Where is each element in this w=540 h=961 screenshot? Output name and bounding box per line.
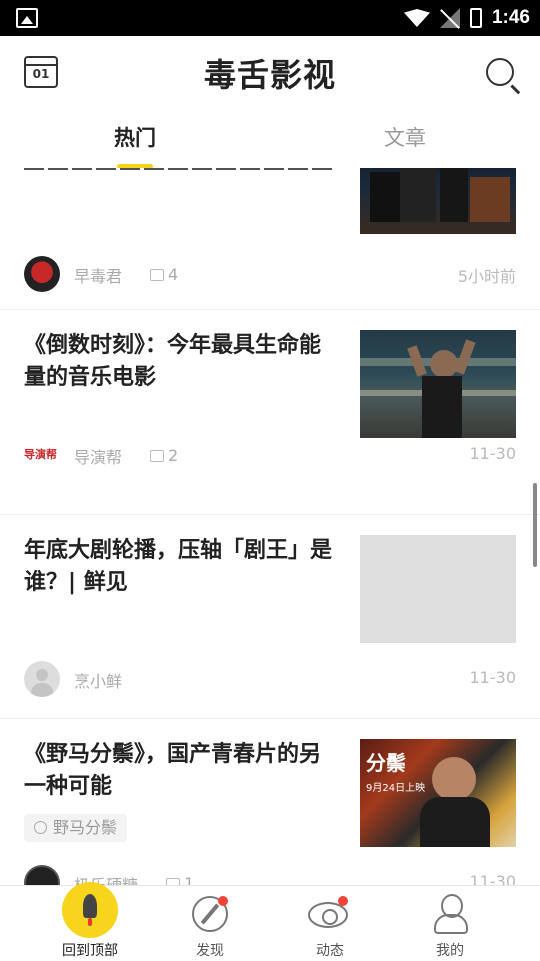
tab-hot[interactable]: 热门 (75, 122, 195, 152)
app-logo: 毒舌影视 (203, 56, 336, 94)
user-icon (434, 894, 468, 934)
article-title[interactable]: 《野马分鬃》，国产青春片的另一种可能 (24, 739, 334, 803)
nav-label: 动态 (316, 943, 344, 959)
article-meta: 极乐硬糖 1 11-30 (24, 865, 516, 885)
status-bar: 1:46 (0, 0, 540, 36)
nav-back-to-top[interactable]: 回到顶部 (30, 882, 150, 961)
article-card[interactable]: 《野马分鬃》，国产青春片的另一种可能 野马分鬃 分鬃 9月24日上映 极乐硬糖 … (0, 719, 540, 885)
tab-articles[interactable]: 文章 (345, 122, 465, 152)
calendar-day: 01 (32, 67, 50, 81)
author-name[interactable]: 导演帮 (74, 444, 122, 468)
comment-count: 1 (166, 874, 194, 885)
tab-bar: 热门 文章 (0, 108, 540, 169)
bottom-nav: 回到顶部 发现 动态 我的 (0, 882, 540, 961)
scrollbar[interactable] (533, 483, 537, 567)
article-card[interactable]: 年底大剧轮播，压轴「剧王」是谁？| 鲜见 烹小鲜 11-30 (0, 515, 540, 719)
notification-badge (218, 896, 228, 906)
notification-badge (338, 896, 348, 906)
search-icon[interactable] (486, 58, 514, 86)
article-date: 11-30 (469, 668, 517, 687)
article-card[interactable]: 《倒数时刻》：今年最具生命能量的音乐电影 导演帮 导演帮 2 11-30 (0, 310, 540, 515)
author-name[interactable]: 早毒君 (74, 263, 122, 287)
article-title[interactable]: 《倒数时刻》：今年最具生命能量的音乐电影 (24, 330, 334, 394)
article-meta: 早毒君 4 5小时前 (24, 256, 516, 292)
article-thumbnail[interactable] (360, 168, 516, 234)
calendar-icon[interactable]: 01 (24, 56, 58, 88)
nav-mine[interactable]: 我的 (390, 886, 510, 961)
movie-tag[interactable]: 野马分鬃 (24, 814, 128, 842)
no-signal-icon (439, 8, 460, 28)
author-name[interactable]: 烹小鲜 (74, 668, 122, 692)
nav-label: 回到顶部 (62, 943, 118, 959)
nav-discover[interactable]: 发现 (150, 886, 270, 961)
battery-charging-icon (469, 8, 482, 28)
article-thumbnail[interactable]: 分鬃 9月24日上映 (360, 739, 516, 847)
nav-activity[interactable]: 动态 (270, 886, 390, 961)
author-avatar[interactable]: 导演帮 (24, 441, 60, 477)
article-thumbnail[interactable] (360, 330, 516, 438)
status-time: 1:46 (491, 7, 530, 28)
rocket-icon (62, 882, 118, 938)
article-date: 11-30 (469, 444, 517, 463)
article-feed[interactable]: 早毒君 4 5小时前 《倒数时刻》：今年最具生命能量的音乐电影 导演帮 导演帮 … (0, 168, 540, 885)
wifi-icon (403, 9, 430, 27)
article-meta: 烹小鲜 11-30 (24, 661, 516, 697)
comment-icon (150, 269, 164, 281)
article-title[interactable]: 年底大剧轮播，压轴「剧王」是谁？| 鲜见 (24, 535, 334, 599)
author-avatar[interactable] (24, 661, 60, 697)
article-date: 5小时前 (457, 267, 516, 286)
comment-count: 2 (150, 446, 178, 465)
film-reel-icon (34, 821, 47, 834)
app-header: 01 毒舌影视 (0, 36, 540, 108)
nav-label: 发现 (196, 943, 224, 959)
article-thumbnail-placeholder[interactable] (360, 535, 516, 643)
author-avatar[interactable] (24, 865, 60, 885)
nav-label: 我的 (436, 943, 464, 959)
comment-count: 4 (150, 265, 178, 284)
comment-icon (166, 878, 180, 885)
article-date: 11-30 (469, 872, 517, 885)
comment-icon (150, 450, 164, 462)
article-title-cut (24, 168, 334, 186)
author-avatar[interactable] (24, 256, 60, 292)
article-meta: 导演帮 导演帮 2 11-30 (24, 437, 516, 473)
gallery-icon (16, 8, 38, 28)
article-card[interactable]: 早毒君 4 5小时前 (0, 168, 540, 310)
